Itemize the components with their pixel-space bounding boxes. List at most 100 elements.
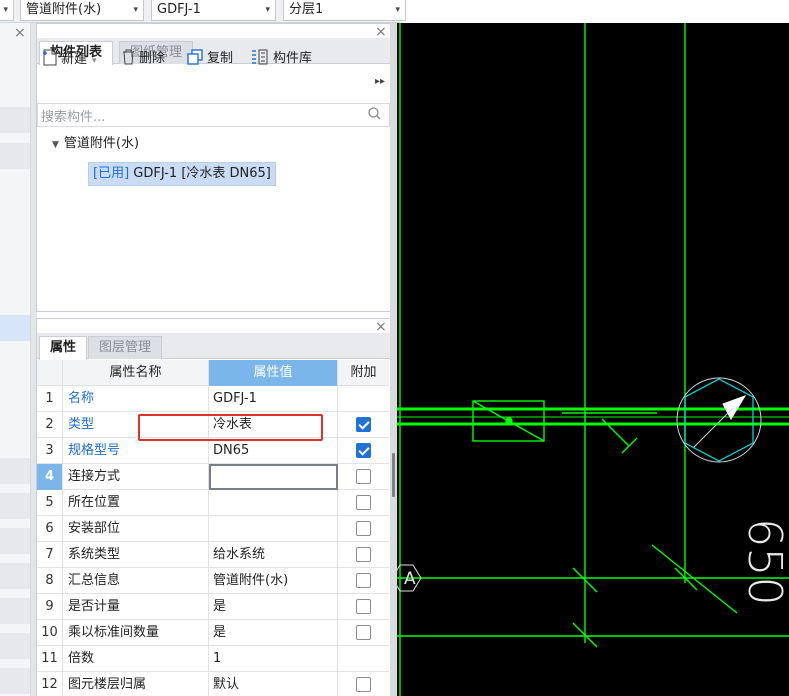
type-combo-value: 管道附件(水) — [26, 2, 102, 17]
type-combo[interactable]: 管道附件(水) ▾ — [20, 0, 144, 21]
delete-button-label: 删除 — [139, 51, 166, 66]
new-button[interactable]: 新建 ▾ — [42, 49, 97, 73]
left-strip-row[interactable] — [0, 107, 30, 133]
header-index — [37, 360, 63, 386]
layer-combo[interactable]: 分层1 ▾ — [283, 0, 406, 21]
property-value-field[interactable]: 管道附件(水) — [209, 568, 338, 594]
copy-button[interactable]: 复制 — [187, 49, 233, 72]
property-row[interactable]: 10 乘以标准间数量是 — [37, 620, 389, 646]
component-combo[interactable]: GDFJ-1 ▾ — [151, 0, 276, 21]
property-row[interactable]: 6 安装部位 — [37, 516, 389, 542]
left-strip-row[interactable] — [0, 598, 30, 624]
attach-checkbox[interactable] — [356, 599, 371, 614]
attach-checkbox[interactable] — [356, 417, 371, 432]
attach-checkbox[interactable] — [356, 547, 371, 562]
expand-arrow-icon[interactable]: ▼ — [52, 140, 59, 150]
property-value-field[interactable] — [209, 464, 338, 490]
tree-leaf-label: GDFJ-1 [冷水表 DN65] — [133, 166, 271, 181]
left-strip-row[interactable] — [0, 528, 30, 554]
property-row[interactable]: 5 所在位置 — [37, 490, 389, 516]
layer-combo-value: 分层1 — [289, 2, 324, 17]
attach-checkbox[interactable] — [356, 443, 371, 458]
property-row[interactable]: 3 规格型号 DN65 — [37, 438, 389, 464]
property-value-field[interactable]: 给水系统 — [209, 542, 338, 568]
row-index: 9 — [37, 594, 63, 620]
left-strip-row-selected[interactable] — [0, 315, 30, 341]
attach-cell — [338, 620, 389, 646]
row-index: 4 — [37, 464, 63, 490]
row-index: 7 — [37, 542, 63, 568]
left-strip-row[interactable] — [0, 458, 30, 484]
property-name: 连接方式 — [63, 464, 209, 490]
left-strip-row[interactable] — [0, 633, 30, 659]
attach-cell — [338, 542, 389, 568]
header-attach[interactable]: 附加 — [338, 360, 389, 386]
property-row[interactable]: 4 连接方式 — [37, 464, 389, 490]
property-row[interactable]: 9 是否计量是 — [37, 594, 389, 620]
property-value-field[interactable]: DN65 — [209, 438, 338, 464]
splitter-handle[interactable] — [392, 453, 395, 497]
property-value-field[interactable]: 是 — [209, 594, 338, 620]
tree-node-root[interactable]: ▼ 管道附件(水) — [52, 134, 139, 155]
component-combo-value: GDFJ-1 — [157, 2, 201, 17]
property-tab-bar: 属性 图层管理 — [37, 333, 390, 360]
search-input[interactable]: 搜索构件... — [37, 103, 390, 127]
new-file-icon — [42, 49, 57, 73]
row-index: 5 — [37, 490, 63, 516]
property-value-field[interactable]: GDFJ-1 — [209, 386, 338, 412]
property-value-field[interactable]: 默认 — [209, 672, 338, 696]
header-property-name[interactable]: 属性名称 — [63, 360, 209, 386]
attach-cell — [338, 646, 389, 672]
property-name: 乘以标准间数量 — [63, 620, 209, 646]
row-index: 2 — [37, 412, 63, 438]
property-value-field[interactable] — [209, 490, 338, 516]
property-row[interactable]: 7 系统类型 给水系统 — [37, 542, 389, 568]
panel-splitter[interactable] — [390, 23, 397, 696]
property-value-field[interactable] — [209, 516, 338, 542]
attach-checkbox[interactable] — [356, 521, 371, 536]
property-value-field[interactable]: 1 — [209, 646, 338, 672]
chevron-down-icon: ▾ — [133, 5, 138, 15]
attach-checkbox[interactable] — [356, 573, 371, 588]
property-name: 所在位置 — [63, 490, 209, 516]
row-index: 10 — [37, 620, 63, 646]
row-index: 12 — [37, 672, 63, 696]
search-icon[interactable] — [368, 107, 381, 124]
property-name: 是否计量 — [63, 594, 209, 620]
left-strip-row[interactable] — [0, 143, 30, 169]
left-combo-edge[interactable]: ▾ — [0, 0, 14, 21]
tree-node-selected[interactable]: [已用] GDFJ-1 [冷水表 DN65] — [88, 162, 276, 186]
attach-checkbox[interactable] — [356, 469, 371, 484]
property-row[interactable]: 12 图元楼层归属 默认 — [37, 672, 389, 696]
close-icon[interactable]: × — [375, 320, 387, 334]
more-icon[interactable]: ▸▸ — [375, 76, 385, 87]
property-row[interactable]: 1 名称 GDFJ-1 — [37, 386, 389, 412]
left-strip-row[interactable] — [0, 563, 30, 589]
left-strip-row[interactable] — [0, 493, 30, 519]
attach-checkbox[interactable] — [356, 677, 371, 692]
attach-cell — [338, 464, 389, 490]
attach-cell — [338, 386, 389, 412]
property-name: 系统类型 — [63, 542, 209, 568]
property-row[interactable]: 11 倍数 1 — [37, 646, 389, 672]
library-button[interactable]: 构件库 — [251, 49, 312, 72]
property-name: 名称 — [63, 386, 209, 412]
tree-root-label: 管道附件(水) — [63, 136, 140, 151]
header-property-value[interactable]: 属性值 — [209, 360, 338, 386]
property-row[interactable]: 8 汇总信息 管道附件(水) — [37, 568, 389, 594]
attach-checkbox[interactable] — [356, 495, 371, 510]
close-icon[interactable]: × — [375, 25, 387, 39]
left-strip-row[interactable] — [0, 668, 30, 694]
tab-properties[interactable]: 属性 — [39, 336, 88, 360]
cad-canvas[interactable]: A 650 — [397, 23, 789, 696]
close-icon[interactable]: × — [14, 26, 26, 40]
chevron-down-icon[interactable]: ▾ — [92, 56, 97, 66]
tab-layer-management[interactable]: 图层管理 — [88, 336, 163, 359]
delete-button[interactable]: 删除 — [122, 49, 165, 72]
cad-drawing: A 650 — [397, 23, 789, 696]
row-index: 1 — [37, 386, 63, 412]
highlight-annotation-box — [138, 414, 323, 441]
attach-checkbox[interactable] — [356, 625, 371, 640]
row-index: 8 — [37, 568, 63, 594]
property-value-field[interactable]: 是 — [209, 620, 338, 646]
